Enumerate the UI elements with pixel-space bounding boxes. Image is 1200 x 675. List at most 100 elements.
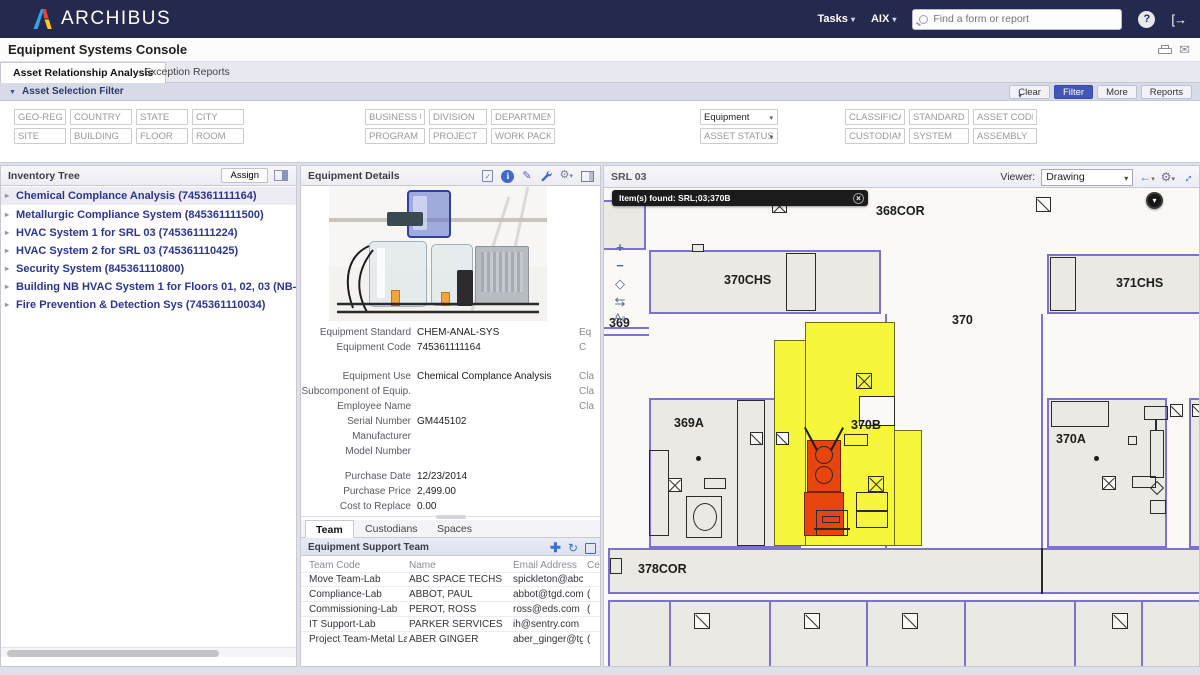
info-icon[interactable]: i — [501, 170, 514, 183]
plan-inner-room — [1050, 257, 1076, 311]
maximize-panel-icon[interactable] — [581, 171, 594, 182]
global-search[interactable] — [912, 9, 1122, 30]
room-378cor[interactable] — [608, 548, 1200, 594]
door-symbol-icon — [804, 613, 820, 629]
table-row[interactable]: Project Team-Metal LabABER GINGERaber_gi… — [301, 632, 601, 646]
clear-button[interactable]: Clear — [1009, 85, 1050, 99]
asset-status-select[interactable]: ASSET STATUS▾ — [700, 128, 778, 144]
export-icon[interactable] — [585, 543, 596, 554]
city-field[interactable] — [192, 109, 244, 125]
building-field[interactable] — [70, 128, 132, 144]
department-field[interactable] — [491, 109, 555, 125]
classification-field[interactable] — [845, 109, 905, 125]
plan-fixture — [610, 558, 622, 574]
back-arrow-icon[interactable]: ←▾ — [1139, 170, 1155, 184]
refresh-icon[interactable]: ↻ — [568, 541, 578, 555]
system-field[interactable] — [909, 128, 969, 144]
assign-button[interactable]: Assign — [221, 168, 268, 183]
aix-menu[interactable]: AIX ▾ — [871, 13, 896, 25]
room-field[interactable] — [192, 128, 244, 144]
floor-title: SRL 03 — [611, 171, 646, 183]
division-field[interactable] — [429, 109, 487, 125]
expand-icon[interactable]: ▸ — [5, 246, 9, 255]
expand-icon[interactable]: ▸ — [5, 210, 9, 219]
program-field[interactable] — [365, 128, 425, 144]
report-icon[interactable]: ✓ — [482, 170, 493, 182]
plan-room[interactable] — [1189, 398, 1200, 548]
tree-item[interactable]: ▸Metallurgic Compliance System (84536111… — [1, 206, 297, 224]
gear-icon[interactable]: ⚙▾ — [1161, 170, 1175, 184]
floor-field[interactable] — [136, 128, 188, 144]
room-370b-highlight[interactable] — [894, 430, 922, 546]
zoom-in-button[interactable]: + — [610, 240, 630, 258]
work-package-field[interactable] — [491, 128, 555, 144]
asset-code-field[interactable] — [973, 109, 1037, 125]
expand-icon[interactable]: ▸ — [5, 282, 9, 291]
plan-desk-line — [814, 528, 850, 530]
custodian-field[interactable] — [845, 128, 905, 144]
standard-field[interactable] — [909, 109, 969, 125]
country-field[interactable] — [70, 109, 132, 125]
plan-bench — [844, 434, 868, 446]
email-icon[interactable]: ✉ — [1179, 43, 1190, 56]
add-icon[interactable]: ✚ — [550, 540, 561, 556]
collapse-icon[interactable]: ▼ — [9, 89, 16, 96]
state-field[interactable] — [136, 109, 188, 125]
table-row[interactable]: Compliance-LabABBOT, PAULabbot@tgd.com( — [301, 587, 601, 602]
filter-button[interactable]: Filter — [1054, 85, 1093, 99]
gear-icon[interactable]: ⚙▾ — [560, 169, 573, 183]
floor-plan-canvas[interactable]: 370CHS 371CHS 368COR 369 370 369A 3 — [604, 188, 1200, 667]
tree-item[interactable]: ▸Fire Prevention & Detection Sys (745361… — [1, 296, 297, 314]
geo-region-field[interactable] — [14, 109, 66, 125]
expand-icon[interactable]: ▸ — [5, 264, 9, 273]
reports-button[interactable]: Reports ▾ — [1141, 85, 1192, 99]
expand-icon[interactable]: ▸ — [5, 191, 9, 200]
edit-icon[interactable]: ✎ — [522, 170, 531, 183]
tree-item[interactable]: ▸Security System (845361110800) — [1, 260, 297, 278]
tab-custodians[interactable]: Custodians — [355, 520, 428, 538]
close-icon[interactable]: × — [853, 193, 864, 204]
help-button[interactable]: ? — [1138, 11, 1155, 28]
top-navbar: ARCHIBUS Tasks ▾ AIX ▾ ? [→ — [0, 0, 1200, 38]
horizontal-scrollbar[interactable] — [1, 647, 297, 657]
expand-icon[interactable]: ▸ — [5, 300, 9, 309]
search-input[interactable] — [933, 13, 1103, 25]
floor-plan-panel: SRL 03 Viewer: Drawing▾ ←▾ ⚙▾ ↔ 370CHS 3… — [603, 165, 1200, 667]
business-unit-field[interactable] — [365, 109, 425, 125]
table-row[interactable]: Commissioning-LabPEROT, ROSSross@eds.com… — [301, 602, 601, 617]
expand-icon[interactable]: ▸ — [5, 228, 9, 237]
detail-row: Manufacturer — [301, 431, 601, 445]
scrollbar-thumb[interactable] — [7, 650, 219, 657]
plan-bottom-rooms[interactable] — [608, 600, 1200, 667]
layers-menu-button[interactable]: ▾ — [1146, 192, 1163, 209]
equipment-photo — [329, 186, 547, 321]
tab-spaces[interactable]: Spaces — [427, 520, 482, 538]
project-field[interactable] — [429, 128, 487, 144]
tab-team[interactable]: Team — [305, 520, 354, 538]
panel-toggle-icon[interactable] — [274, 170, 288, 181]
tree-item[interactable]: ▸Chemical Complance Analysis (7453611111… — [1, 187, 297, 205]
wrench-icon[interactable] — [540, 170, 552, 182]
tree-item[interactable]: ▸Building NB HVAC System 1 for Floors 01… — [1, 278, 297, 296]
equipment-type-select[interactable]: Equipment▾ — [700, 109, 778, 125]
expand-icon[interactable]: ↔ — [1178, 168, 1196, 186]
panel-splitter[interactable] — [301, 516, 601, 519]
tree-item[interactable]: ▸HVAC System 2 for SRL 03 (745361110425) — [1, 242, 297, 260]
labels-toggle-button[interactable]: Aa — [610, 312, 630, 330]
more-button[interactable]: More — [1097, 85, 1137, 99]
table-row[interactable]: IT Support-LabPARKER SERVICESih@sentry.c… — [301, 617, 601, 632]
pan-button[interactable]: ⇆ — [610, 294, 630, 312]
fit-view-button[interactable]: ◇ — [610, 276, 630, 294]
tree-item[interactable]: ▸HVAC System 1 for SRL 03 (745361111224) — [1, 224, 297, 242]
detail-row: Model Number — [301, 446, 601, 460]
site-field[interactable] — [14, 128, 66, 144]
plan-fixture — [692, 244, 704, 252]
tasks-menu[interactable]: Tasks ▾ — [818, 13, 855, 25]
zoom-out-button[interactable]: − — [610, 258, 630, 276]
tab-exception-reports[interactable]: Exception Reports — [132, 62, 242, 83]
assembly-field[interactable] — [973, 128, 1037, 144]
print-icon[interactable] — [1158, 45, 1172, 56]
sign-out-icon[interactable]: [→ — [1171, 12, 1186, 27]
table-row[interactable]: Move Team-LabABC SPACE TECHSspickleton@a… — [301, 572, 601, 587]
viewer-select[interactable]: Drawing▾ — [1041, 169, 1133, 186]
